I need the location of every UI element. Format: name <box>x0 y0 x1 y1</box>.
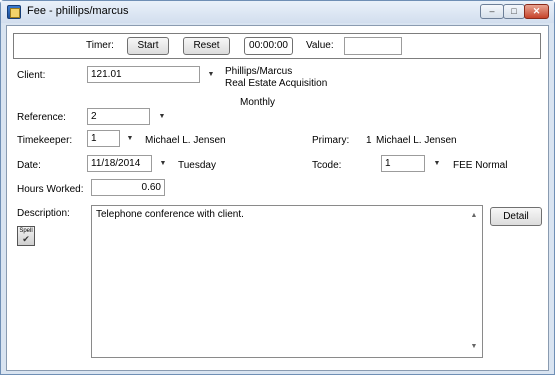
reference-label: Reference: <box>17 112 66 123</box>
minimize-button[interactable]: – <box>480 4 504 19</box>
client-billing: Monthly <box>240 97 276 108</box>
value-field[interactable] <box>344 37 402 55</box>
detail-button[interactable]: Detail <box>490 207 542 226</box>
tcode-name: FEE Normal <box>453 160 508 171</box>
hours-label: Hours Worked: <box>17 184 84 195</box>
title-bar[interactable]: Fee - phillips/marcus – □ ✕ <box>1 1 554 23</box>
description-scrollbar[interactable]: ▲ ▼ <box>466 206 482 357</box>
dropdown-arrow-icon[interactable]: ▼ <box>431 158 443 170</box>
date-weekday: Tuesday <box>178 160 216 171</box>
client-matter: Real Estate Acquisition <box>225 78 328 89</box>
scroll-up-icon[interactable]: ▲ <box>466 209 482 223</box>
tcode-field[interactable]: 1 <box>381 155 425 172</box>
dropdown-arrow-icon[interactable]: ▼ <box>205 69 217 81</box>
client-field[interactable]: 121.01 <box>87 66 200 83</box>
timer-reset-button[interactable]: Reset <box>183 37 230 55</box>
primary-label: Primary: <box>312 135 350 146</box>
hours-field[interactable]: 0.60 <box>91 179 165 196</box>
app-icon <box>7 5 21 19</box>
timer-label: Timer: <box>86 40 114 51</box>
date-label: Date: <box>17 160 41 171</box>
close-button[interactable]: ✕ <box>524 4 549 19</box>
window-title: Fee - phillips/marcus <box>27 5 129 17</box>
primary-name: Michael L. Jensen <box>376 135 457 146</box>
scroll-down-icon[interactable]: ▼ <box>466 340 482 354</box>
spell-check-icon[interactable]: Spell <box>17 226 35 246</box>
tcode-label: Tcode: <box>312 160 342 171</box>
timekeeper-label: Timekeeper: <box>17 135 73 146</box>
client-label: Client: <box>17 70 46 81</box>
value-label: Value: <box>306 40 334 51</box>
timer-elapsed-display: 00:00:00 <box>244 37 293 55</box>
fee-window: Fee - phillips/marcus – □ ✕ Timer: Start… <box>0 0 555 375</box>
dropdown-arrow-icon[interactable]: ▼ <box>156 111 168 123</box>
timer-start-button[interactable]: Start <box>127 37 169 55</box>
reference-field[interactable]: 2 <box>87 108 150 125</box>
description-text[interactable]: Telephone conference with client. <box>96 209 244 220</box>
description-textarea[interactable]: Telephone conference with client. ▲ ▼ <box>91 205 483 358</box>
timekeeper-field[interactable]: 1 <box>87 130 120 147</box>
date-field[interactable]: 11/18/2014 <box>87 155 152 172</box>
maximize-button[interactable]: □ <box>503 4 525 19</box>
form-area: Timer: Start Reset 00:00:00 Value: Clien… <box>6 25 549 371</box>
dropdown-arrow-icon[interactable]: ▼ <box>157 158 169 170</box>
timer-panel: Timer: Start Reset 00:00:00 Value: <box>13 33 541 59</box>
primary-value: 1 <box>366 135 372 146</box>
dropdown-arrow-icon[interactable]: ▼ <box>124 133 136 145</box>
description-label: Description: <box>17 208 70 219</box>
timekeeper-name: Michael L. Jensen <box>145 135 226 146</box>
client-name: Phillips/Marcus <box>225 66 293 77</box>
